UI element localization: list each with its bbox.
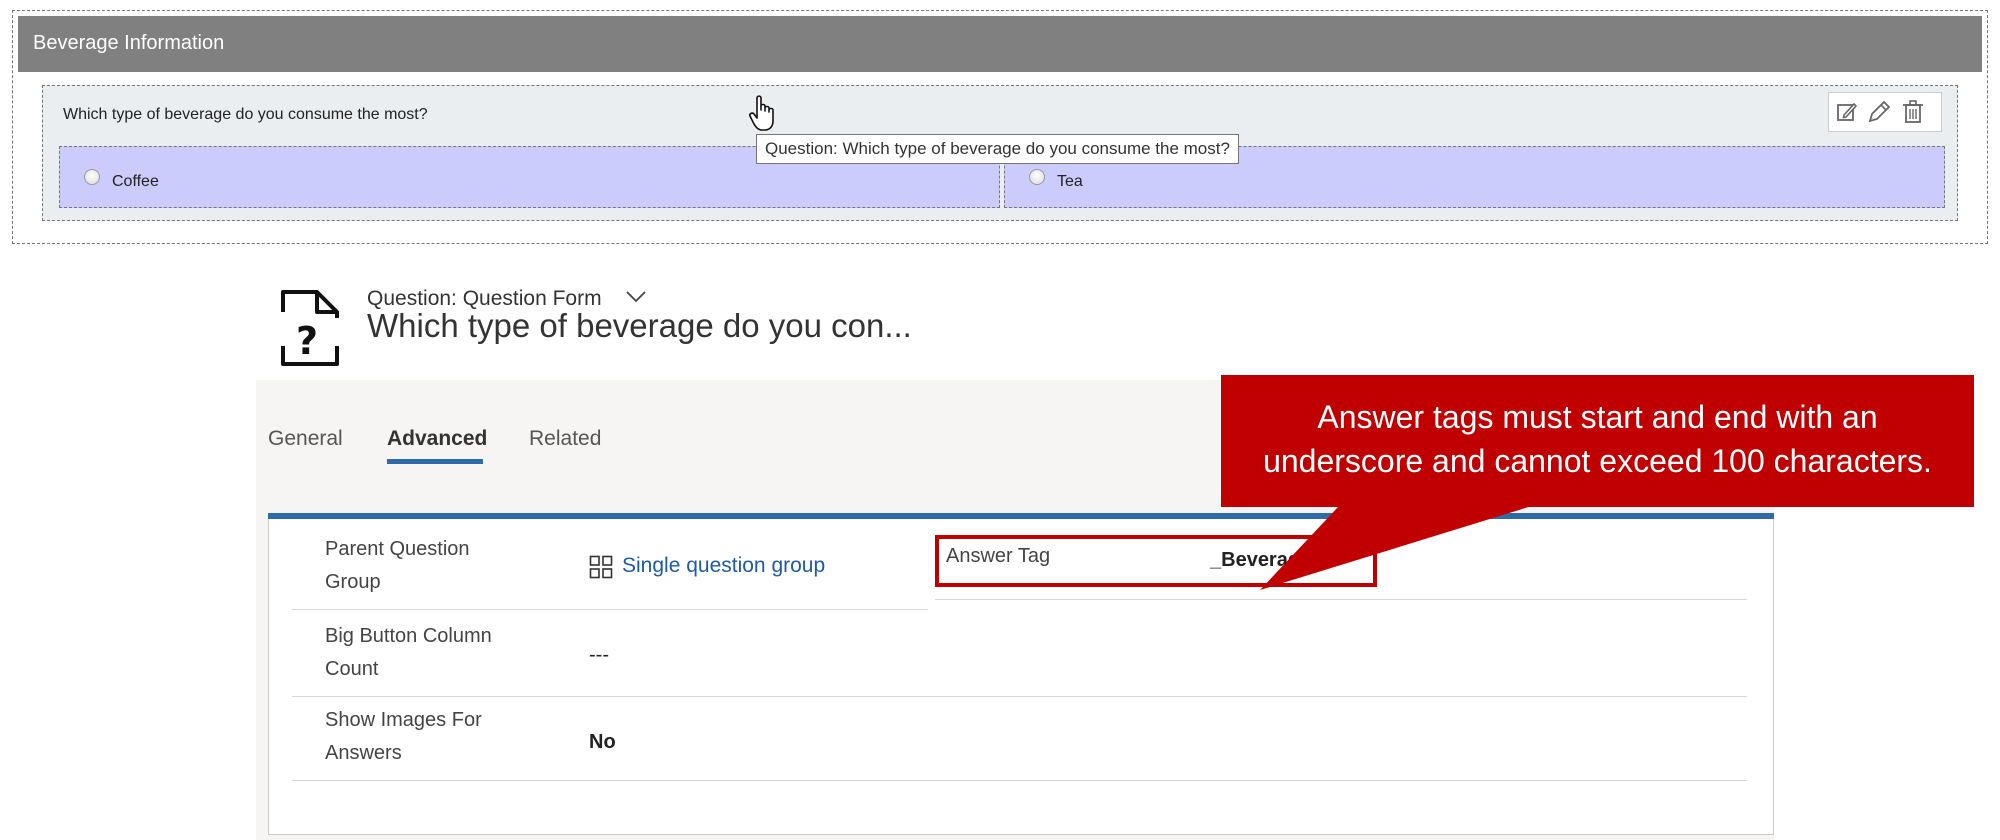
divider bbox=[292, 780, 1747, 781]
label-line: Big Button Column bbox=[325, 625, 492, 647]
card-accent-bar bbox=[268, 513, 1774, 519]
divider bbox=[292, 696, 1747, 697]
callout-line: underscore and cannot exceed 100 charact… bbox=[1263, 443, 1932, 479]
section-title: Beverage Information bbox=[33, 32, 225, 54]
label-line: Show Images For bbox=[325, 709, 482, 731]
tab-general[interactable]: General bbox=[268, 426, 343, 452]
divider bbox=[292, 609, 928, 610]
question-text: Which type of beverage do you consume th… bbox=[63, 106, 428, 123]
label-line: Answers bbox=[325, 742, 402, 764]
field-label: Show Images For Answers bbox=[325, 704, 482, 770]
tab-related[interactable]: Related bbox=[529, 426, 601, 452]
hand-cursor-icon bbox=[748, 94, 778, 139]
big-button-count-value[interactable]: --- bbox=[589, 644, 609, 667]
divider bbox=[935, 599, 1747, 600]
radio-button[interactable] bbox=[84, 169, 100, 185]
section-header bbox=[18, 16, 1982, 72]
answer-label: Coffee bbox=[112, 173, 159, 190]
show-images-value[interactable]: No bbox=[589, 731, 616, 754]
trash-icon[interactable] bbox=[1900, 99, 1926, 125]
label-line: Count bbox=[325, 658, 379, 680]
callout-line: Answer tags must start and end with an bbox=[1317, 399, 1878, 435]
edit-square-icon[interactable] bbox=[1834, 99, 1860, 125]
tab-advanced[interactable]: Advanced bbox=[387, 426, 487, 452]
answer-label: Tea bbox=[1057, 173, 1083, 190]
field-label: Big Button Column Count bbox=[325, 620, 492, 686]
field-label: Parent Question Group bbox=[325, 533, 470, 599]
highlight-box bbox=[935, 535, 1377, 587]
active-tab-indicator bbox=[387, 459, 483, 464]
grid-icon bbox=[589, 555, 613, 579]
record-title: Which type of beverage do you con... bbox=[367, 307, 912, 344]
label-line: Group bbox=[325, 571, 381, 593]
radio-button[interactable] bbox=[1029, 169, 1045, 185]
question-document-icon: ? bbox=[275, 288, 343, 368]
callout-text: Answer tags must start and end with an u… bbox=[1221, 395, 1974, 483]
parent-question-group-link[interactable]: Single question group bbox=[622, 554, 825, 578]
chevron-down-icon[interactable] bbox=[625, 289, 647, 305]
label-line: Parent Question bbox=[325, 538, 470, 560]
svg-text:?: ? bbox=[296, 319, 318, 363]
question-tooltip: Question: Which type of beverage do you … bbox=[756, 134, 1239, 164]
pencil-icon[interactable] bbox=[1866, 99, 1892, 125]
